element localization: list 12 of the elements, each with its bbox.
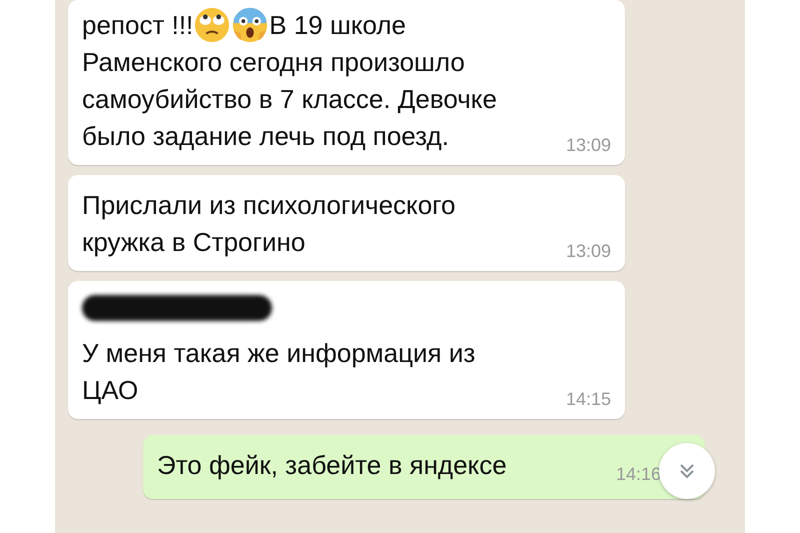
message-text: Прислали из психологического кружка в Строгино: [82, 189, 456, 259]
screaming-emoji-icon: [231, 6, 270, 44]
message-text: Раменского сегодня произошло самоубийство в 7 классе. Девочке было задание лечь под поезд.: [82, 46, 497, 153]
message-time: 14:15: [566, 388, 611, 411]
message-text: репост !!!: [82, 8, 194, 42]
message-time: 14:16: [616, 463, 661, 486]
message-text: Это фейк, забейте в яндексе: [157, 449, 507, 482]
message-time: 13:09: [566, 134, 611, 157]
rolling-eyes-emoji-icon: [193, 6, 232, 44]
message-text: У меня такая же информация из ЦАО: [82, 337, 476, 407]
message-time: 13:09: [566, 240, 611, 263]
message-text: В 19 школе: [269, 8, 406, 42]
